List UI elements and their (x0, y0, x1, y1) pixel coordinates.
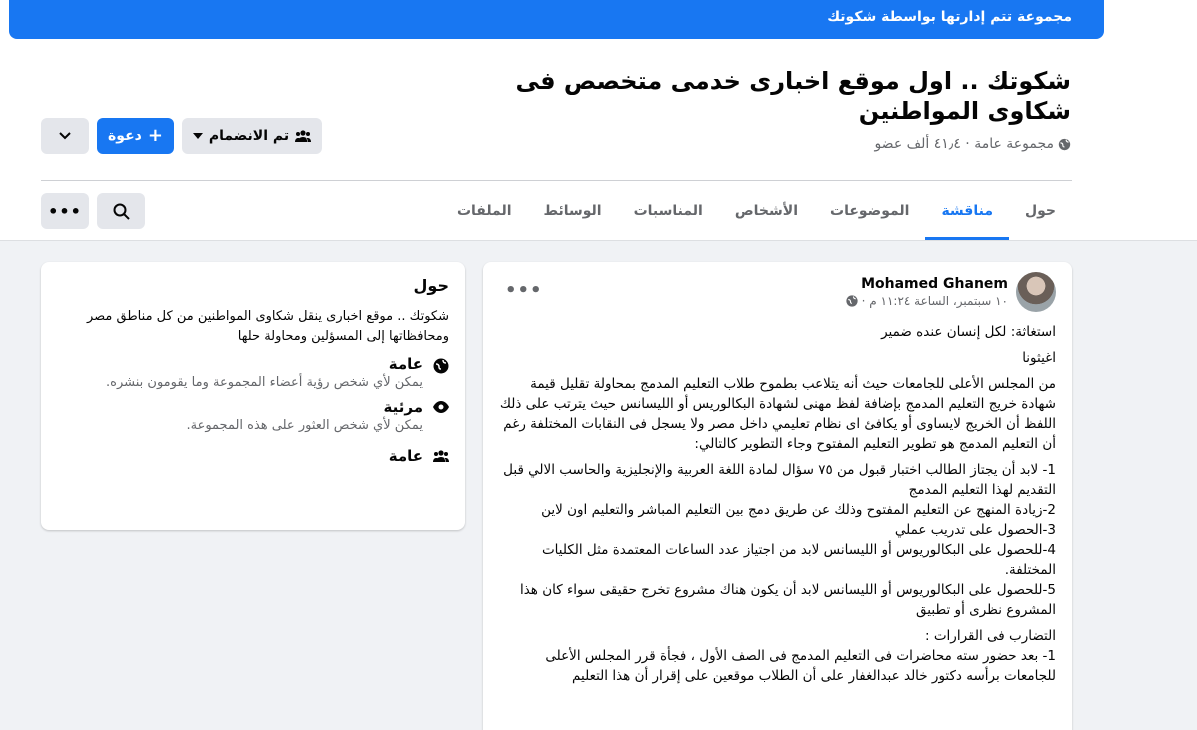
public-description: يمكن لأي شخص رؤية أعضاء المجموعة وما يقو… (106, 375, 423, 390)
more-dots-icon: ••• (48, 201, 82, 221)
tab-media[interactable]: الوسائط (528, 188, 618, 240)
post-paragraph: من المجلس الأعلى للجامعات حيث أنه يتلاعب… (499, 376, 1056, 452)
globe-icon (846, 295, 858, 307)
about-general-row: عامة (57, 447, 449, 465)
post-paragraph: اغيثونا (1022, 350, 1056, 366)
group-header: مجموعة تتم إدارتها بواسطة شكوتك شكوتك ..… (0, 0, 1197, 241)
about-title: حول (413, 276, 449, 295)
eye-icon (433, 398, 449, 433)
about-visible-row: مرئية يمكن لأي شخص العثور على هذه المجمو… (57, 398, 449, 433)
search-icon (113, 203, 130, 220)
plus-icon: + (147, 125, 163, 146)
managed-banner: مجموعة تتم إدارتها بواسطة شكوتك (9, 0, 1104, 39)
about-description: شكوتك .. موقع اخبارى ينقل شكاوى المواطني… (86, 309, 449, 344)
post-paragraph: 1- لابد أن يجتاز الطالب اختبار قبول من ٧… (503, 462, 1056, 618)
tab-discussion[interactable]: مناقشة (925, 188, 1009, 240)
post-body: استغاثة: لكل إنسان عنده ضمير اغيثونا من … (499, 322, 1056, 686)
group-meta-text: مجموعة عامة · ٤١٫٤ ألف عضو (874, 136, 1054, 152)
members-icon (433, 447, 449, 465)
group-tabs: حول مناقشة الموضوعات الأشخاص المناسبات ا… (441, 188, 1072, 240)
general-title: عامة (388, 447, 423, 465)
search-button[interactable] (97, 193, 145, 229)
post-more-icon[interactable]: ••• (505, 280, 543, 301)
post-time[interactable]: ١٠ سبتمبر، الساعة ١١:٢٤ م · (862, 294, 1008, 308)
visible-description: يمكن لأي شخص العثور على هذه المجموعة. (186, 418, 423, 433)
invite-button[interactable]: دعوة + (97, 118, 174, 154)
about-public-row: عامة يمكن لأي شخص رؤية أعضاء المجموعة وم… (57, 355, 449, 390)
members-icon (295, 130, 312, 142)
tab-events[interactable]: المناسبات (618, 188, 719, 240)
header-divider (41, 180, 1072, 181)
post-card: Mohamed Ghanem ١٠ سبتمبر، الساعة ١١:٢٤ م… (483, 262, 1072, 730)
joined-label: تم الانضمام (208, 128, 290, 144)
post-time-row: ١٠ سبتمبر، الساعة ١١:٢٤ م · (846, 294, 1008, 308)
avatar[interactable] (1016, 272, 1056, 312)
about-card: حول شكوتك .. موقع اخبارى ينقل شكاوى المو… (41, 262, 465, 530)
joined-button[interactable]: تم الانضمام (182, 118, 322, 154)
globe-icon (1058, 138, 1071, 151)
chevron-down-icon (59, 132, 71, 140)
group-title[interactable]: شكوتك .. اول موقع اخبارى خدمى متخصص فى ش… (511, 66, 1071, 126)
post-header: Mohamed Ghanem ١٠ سبتمبر، الساعة ١١:٢٤ م… (499, 272, 1056, 312)
caret-down-icon (192, 133, 203, 139)
banner-text: مجموعة تتم إدارتها بواسطة شكوتك (827, 9, 1072, 25)
public-title: عامة (388, 355, 423, 373)
tab-topics[interactable]: الموضوعات (814, 188, 925, 240)
tab-about[interactable]: حول (1009, 188, 1072, 240)
post-author[interactable]: Mohamed Ghanem (846, 276, 1008, 292)
visible-title: مرئية (383, 398, 423, 416)
globe-icon (433, 355, 449, 390)
more-options-button[interactable] (41, 118, 89, 154)
post-paragraph: استغاثة: لكل إنسان عنده ضمير (881, 324, 1056, 340)
invite-label: دعوة (108, 128, 142, 144)
post-paragraph: التضارب فى القرارات : 1- بعد حضور سته مح… (545, 628, 1056, 684)
tab-people[interactable]: الأشخاص (719, 188, 814, 240)
group-meta: مجموعة عامة · ٤١٫٤ ألف عضو (874, 136, 1071, 152)
tabs-more-button[interactable]: ••• (41, 193, 89, 229)
tab-files[interactable]: الملفات (441, 188, 528, 240)
